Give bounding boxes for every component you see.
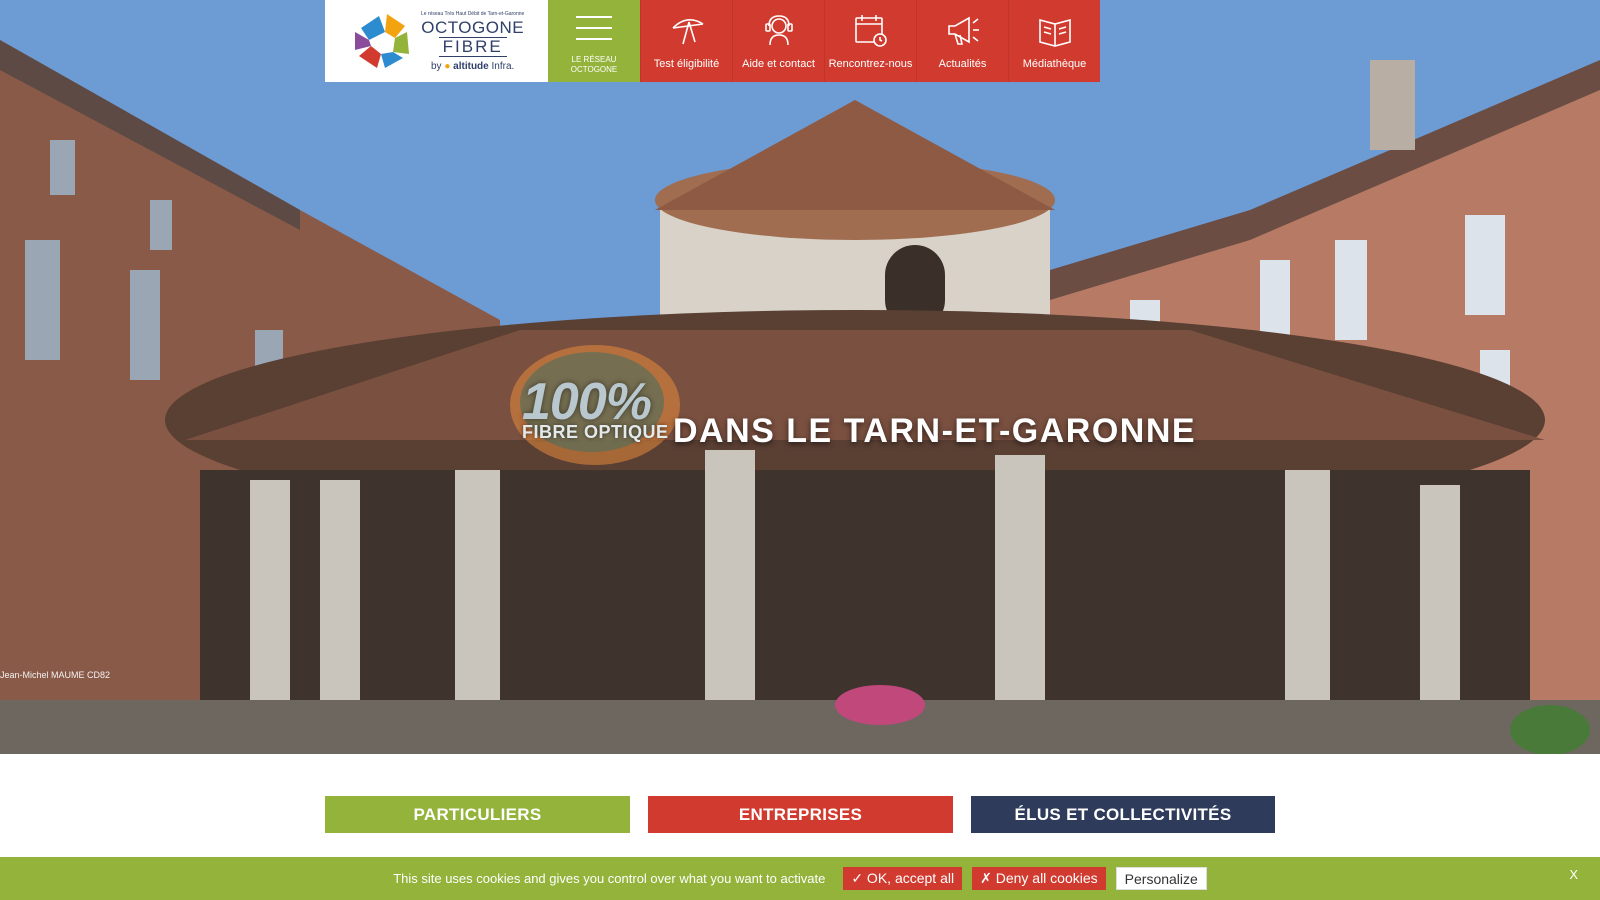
cookie-close-icon[interactable]: X xyxy=(1569,867,1578,882)
menu-label: LE RÉSEAU OCTOGONE xyxy=(570,55,618,74)
logo-text: Le réseau Très Haut Débit de Tarn-et-Gar… xyxy=(421,11,524,72)
hamburger-icon xyxy=(576,16,612,40)
nav-label: Médiathèque xyxy=(1022,58,1087,70)
nav-label: Aide et contact xyxy=(742,58,815,70)
photo-credit: Jean-Michel MAUME CD82 xyxy=(0,670,111,680)
nav-label: Test éligibilité xyxy=(653,58,720,70)
logo-word-fibre: FIBRE xyxy=(438,36,507,57)
nav-actualites[interactable]: Actualités xyxy=(916,0,1008,82)
nav-label: Rencontrez-nous xyxy=(828,58,913,70)
category-elus-collectivites-button[interactable]: ÉLUS ET COLLECTIVITÉS xyxy=(971,796,1275,833)
megaphone-icon xyxy=(947,16,979,45)
cookie-banner: This site uses cookies and gives you con… xyxy=(0,857,1600,900)
site-logo[interactable]: Le réseau Très Haut Débit de Tarn-et-Gar… xyxy=(325,0,548,82)
book-icon xyxy=(1038,18,1071,47)
cookie-personalize-button[interactable]: Personalize xyxy=(1115,867,1207,890)
logo-partner-suffix: Infra. xyxy=(491,60,515,72)
main-menu-button[interactable]: LE RÉSEAU OCTOGONE xyxy=(548,0,640,82)
hero-badge-subtitle: FIBRE OPTIQUE xyxy=(522,422,669,442)
altitude-logo-icon: ● xyxy=(444,60,451,72)
octogone-logo-icon xyxy=(355,14,409,68)
nav-aide-contact[interactable]: Aide et contact xyxy=(732,0,824,82)
antenna-icon xyxy=(671,19,703,45)
hero-banner: 100% FIBRE OPTIQUE DANS LE TARN-ET-GARON… xyxy=(0,0,1600,754)
nav-label: Actualités xyxy=(938,58,987,70)
logo-partner-name: altitude xyxy=(453,60,489,72)
nav-rencontrez-nous[interactable]: Rencontrez-nous xyxy=(824,0,916,82)
category-entreprises-button[interactable]: ENTREPRISES xyxy=(648,796,953,833)
top-navigation: Le réseau Très Haut Débit de Tarn-et-Gar… xyxy=(325,0,1100,82)
hero-photo xyxy=(0,0,1600,754)
logo-word-octogone: OCTOGONE xyxy=(421,17,525,37)
logo-partner: by ● altitude Infra. xyxy=(431,61,514,72)
hero-headline: DANS LE TARN-ET-GARONNE xyxy=(673,412,1197,450)
calendar-clock-icon xyxy=(854,15,887,47)
nav-test-eligibilite[interactable]: Test éligibilité xyxy=(640,0,732,82)
logo-by-text: by xyxy=(431,60,442,72)
support-agent-icon xyxy=(764,15,793,46)
cookie-accept-button[interactable]: ✓ OK, accept all xyxy=(843,867,963,890)
cookie-deny-button[interactable]: ✗ Deny all cookies xyxy=(972,867,1106,890)
logo-tagline: Le réseau Très Haut Débit de Tarn-et-Gar… xyxy=(421,10,525,17)
category-particuliers-button[interactable]: PARTICULIERS xyxy=(325,796,630,833)
cookie-message: This site uses cookies and gives you con… xyxy=(393,871,826,886)
nav-mediatheque[interactable]: Médiathèque xyxy=(1008,0,1100,82)
audience-categories: PARTICULIERS ENTREPRISES ÉLUS ET COLLECT… xyxy=(325,796,1275,833)
